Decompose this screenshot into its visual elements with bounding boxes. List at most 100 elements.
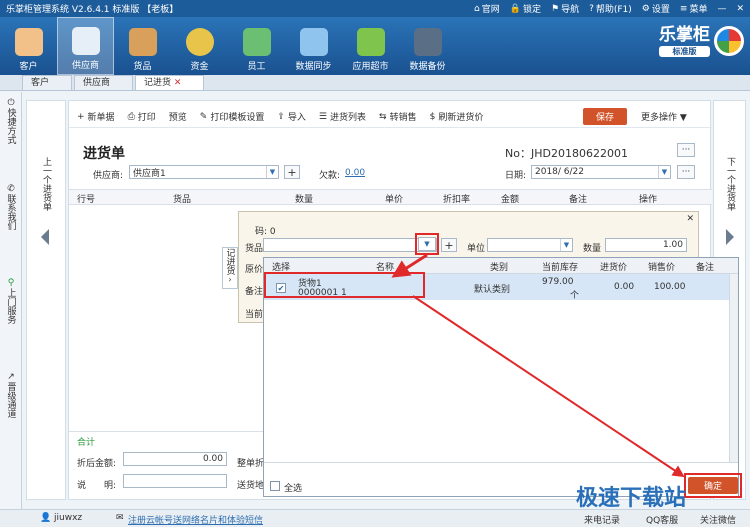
brand-logo-icon: [714, 26, 744, 56]
truck-icon: [71, 27, 100, 55]
dropdown-header: 选择 名称 类别 当前库存 进货价 销售价 备注: [264, 258, 738, 274]
settings-button[interactable]: ⚙ 设置: [641, 2, 670, 16]
date-picker[interactable]: 2018/ 6/22 ▼: [531, 165, 671, 179]
col-sell-price: 销售价: [648, 263, 676, 273]
chevron-down-icon[interactable]: ▼: [266, 166, 278, 178]
menu-button[interactable]: ≡ 菜单: [679, 2, 708, 16]
dropdown-scrollbar[interactable]: [729, 274, 738, 462]
col-qty: 数量: [295, 195, 314, 205]
user-icon: 👤: [40, 513, 52, 523]
date-more-button[interactable]: ···: [677, 165, 695, 179]
register-icon: ✉: [116, 513, 124, 523]
tab-customer[interactable]: 客户: [22, 75, 73, 90]
navigation-button[interactable]: ⚑ 导航: [551, 2, 579, 16]
home-icon: ⌂: [474, 3, 480, 14]
tab-purchase-entry[interactable]: 记进货 ✕: [135, 75, 205, 90]
note-input[interactable]: [123, 474, 227, 488]
confirm-button[interactable]: 确定: [688, 477, 738, 494]
sidebar-upgrade[interactable]: ↗ 晋级通道: [3, 372, 19, 418]
menu-icon: ≡: [679, 3, 688, 14]
ribbon-sync[interactable]: 数据同步: [285, 17, 342, 75]
call-log-button[interactable]: 来电记录: [584, 513, 620, 526]
product-dropdown-toggle[interactable]: ▼: [418, 237, 436, 251]
unit-label: 单位: [467, 244, 486, 254]
arrow-left-icon[interactable]: [41, 229, 49, 245]
row-checkbox[interactable]: ✔: [276, 283, 286, 293]
prev-document-panel[interactable]: 上一个进货单: [26, 100, 66, 500]
ribbon-app-market[interactable]: 应用超市: [342, 17, 399, 75]
remark-label: 备注: [245, 287, 264, 297]
select-all-checkbox[interactable]: [270, 481, 280, 491]
more-operations-button[interactable]: 更多操作 ▼: [641, 110, 687, 123]
ribbon-goods[interactable]: 货品: [114, 17, 171, 75]
wechat-button[interactable]: 关注微信: [700, 513, 736, 526]
add-supplier-button[interactable]: +: [284, 165, 300, 179]
printer-icon: ⎙: [127, 111, 135, 122]
ribbon-staff[interactable]: 员工: [228, 17, 285, 75]
arrow-right-icon[interactable]: [726, 229, 734, 245]
after-discount-input[interactable]: 0.00: [123, 452, 227, 466]
qq-service-button[interactable]: QQ客服: [646, 513, 678, 526]
sidebar-contact[interactable]: ✆ 联系我们: [3, 184, 19, 230]
debt-value[interactable]: 0.00: [345, 168, 365, 178]
chevron-down-icon[interactable]: ▼: [560, 239, 572, 251]
lock-icon: 🔒: [509, 3, 521, 14]
help-icon: ?: [589, 3, 594, 14]
qty-input[interactable]: 1.00: [605, 238, 687, 252]
ribbon-supplier[interactable]: 供应商: [57, 17, 114, 75]
col-remark: 备注: [569, 195, 588, 205]
box-icon: [128, 28, 157, 56]
product-row[interactable]: ✔ 货物1 0000001 1 默认类别 979.00 个 0.00 100.0…: [264, 274, 729, 301]
sidebar-onsite-service[interactable]: ⚲ 上门服务: [3, 278, 19, 324]
ribbon-customer[interactable]: 客户: [0, 17, 57, 75]
register-link[interactable]: 注册云帐号送网络名片和体验短信: [128, 513, 263, 526]
app-title: 乐掌柜管理系统 V2.6.4.1 标准版 【老板】: [6, 5, 179, 15]
note-label: 说 明:: [77, 481, 117, 491]
col-price: 单价: [385, 195, 404, 205]
gear-icon: ⚙: [641, 3, 650, 14]
minimize-button[interactable]: —: [717, 2, 726, 15]
convert-sale-button[interactable]: ⇆ 转销售: [379, 110, 417, 124]
chevron-down-icon[interactable]: ▼: [658, 166, 670, 178]
current-user: jiuwxz: [54, 513, 83, 523]
current-label: 当前: [245, 310, 264, 320]
sidebar-shortcuts[interactable]: ⏻ 快捷方式: [3, 98, 19, 144]
col-goods: 货品: [173, 195, 192, 205]
after-discount-label: 折后金额:: [77, 459, 117, 469]
col-buy-price: 进货价: [600, 263, 628, 273]
chevron-down-icon[interactable]: ▼: [419, 238, 435, 250]
preview-button[interactable]: 预览: [169, 110, 187, 123]
supplier-label: 供应商:: [93, 171, 124, 181]
ribbon-backup[interactable]: 数据备份: [399, 17, 456, 75]
col-discount: 折扣率: [443, 195, 471, 205]
close-button[interactable]: ✕: [736, 2, 744, 15]
tab-close-icon[interactable]: ✕: [174, 78, 182, 88]
plus-icon: +: [77, 111, 85, 122]
save-button[interactable]: 保存: [583, 108, 627, 125]
product-select[interactable]: [263, 238, 437, 252]
new-doc-button[interactable]: + 新单据: [77, 110, 115, 124]
ribbon-funds[interactable]: 资金: [171, 17, 228, 75]
website-link[interactable]: ⌂ 官网: [474, 2, 500, 16]
purchase-entry-side-tag[interactable]: 记进货 ›: [222, 247, 238, 289]
doc-more-button[interactable]: ···: [677, 143, 695, 157]
col-name: 名称: [376, 263, 395, 273]
import-button[interactable]: ⇪ 导入: [277, 110, 306, 124]
help-button[interactable]: ? 帮助(F1): [589, 2, 632, 16]
print-template-button[interactable]: ✎ 打印模板设置: [200, 110, 265, 124]
refresh-price-button[interactable]: $ 刷新进货价: [430, 110, 484, 124]
lock-button[interactable]: 🔒 锁定: [509, 2, 541, 16]
chevron-down-icon: ▼: [679, 113, 687, 123]
supplier-select[interactable]: 供应商1 ▼: [129, 165, 279, 179]
print-button[interactable]: ⎙ 打印: [127, 110, 156, 124]
add-product-button[interactable]: +: [441, 238, 457, 252]
col-dd-remark: 备注: [696, 263, 715, 273]
product-category: 默认类别: [474, 285, 511, 295]
product-label: 货品: [245, 244, 264, 254]
next-document-label: 下一个进货单: [725, 157, 735, 211]
unit-select[interactable]: ▼: [487, 238, 573, 252]
tab-supplier[interactable]: 供应商: [74, 75, 134, 90]
purchase-list-button[interactable]: ☰ 进货列表: [319, 110, 366, 124]
popup-close-icon[interactable]: ✕: [686, 214, 694, 224]
chevron-right-icon: ›: [228, 275, 232, 284]
